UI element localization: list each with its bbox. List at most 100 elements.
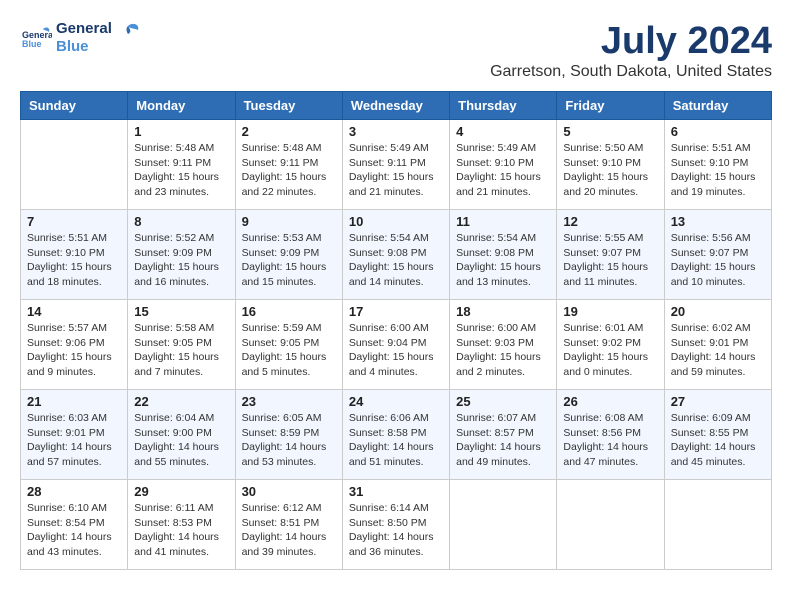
day-cell: 13 Sunrise: 5:56 AM Sunset: 9:07 PM Dayli… [664, 210, 771, 300]
day-info: Sunrise: 5:59 AM Sunset: 9:05 PM Dayligh… [242, 321, 336, 380]
day-info: Sunrise: 5:50 AM Sunset: 9:10 PM Dayligh… [563, 141, 657, 200]
day-cell: 29 Sunrise: 6:11 AM Sunset: 8:53 PM Dayli… [128, 480, 235, 570]
day-cell: 14 Sunrise: 5:57 AM Sunset: 9:06 PM Dayli… [21, 300, 128, 390]
page-header: General Blue General Blue July 2024 Garr… [20, 20, 772, 81]
day-info: Sunrise: 5:54 AM Sunset: 9:08 PM Dayligh… [349, 231, 443, 290]
day-info: Sunrise: 5:58 AM Sunset: 9:05 PM Dayligh… [134, 321, 228, 380]
week-row-3: 14 Sunrise: 5:57 AM Sunset: 9:06 PM Dayli… [21, 300, 772, 390]
day-header-wednesday: Wednesday [342, 92, 449, 120]
day-cell: 8Sunrise: 5:52 AM Sunset: 9:09 PM Daylig… [128, 210, 235, 300]
day-info: Sunrise: 6:14 AM Sunset: 8:50 PM Dayligh… [349, 501, 443, 560]
day-info: Sunrise: 6:08 AM Sunset: 8:56 PM Dayligh… [563, 411, 657, 470]
day-cell: 22Sunrise: 6:04 AM Sunset: 9:00 PM Dayli… [128, 390, 235, 480]
day-number: 14 [27, 304, 121, 319]
calendar-body: 1 Sunrise: 5:48 AM Sunset: 9:11 PM Daylig… [21, 120, 772, 570]
day-info: Sunrise: 6:06 AM Sunset: 8:58 PM Dayligh… [349, 411, 443, 470]
day-cell [664, 480, 771, 570]
week-row-5: 28 Sunrise: 6:10 AM Sunset: 8:54 PM Dayli… [21, 480, 772, 570]
day-header-friday: Friday [557, 92, 664, 120]
day-cell: 17Sunrise: 6:00 AM Sunset: 9:04 PM Dayli… [342, 300, 449, 390]
week-row-2: 7 Sunrise: 5:51 AM Sunset: 9:10 PM Daylig… [21, 210, 772, 300]
day-info: Sunrise: 6:05 AM Sunset: 8:59 PM Dayligh… [242, 411, 336, 470]
day-cell: 16 Sunrise: 5:59 AM Sunset: 9:05 PM Dayli… [235, 300, 342, 390]
day-number: 11 [456, 214, 550, 229]
day-header-thursday: Thursday [450, 92, 557, 120]
day-number: 30 [242, 484, 336, 499]
week-row-4: 21 Sunrise: 6:03 AM Sunset: 9:01 PM Dayli… [21, 390, 772, 480]
day-number: 5 [563, 124, 657, 139]
day-info: Sunrise: 6:09 AM Sunset: 8:55 PM Dayligh… [671, 411, 765, 470]
day-number: 15 [134, 304, 228, 319]
day-number: 12 [563, 214, 657, 229]
day-info: Sunrise: 6:11 AM Sunset: 8:53 PM Dayligh… [134, 501, 228, 560]
day-info: Sunrise: 6:10 AM Sunset: 8:54 PM Dayligh… [27, 501, 121, 560]
day-number: 4 [456, 124, 550, 139]
day-number: 6 [671, 124, 765, 139]
day-cell: 12Sunrise: 5:55 AM Sunset: 9:07 PM Dayli… [557, 210, 664, 300]
day-header-saturday: Saturday [664, 92, 771, 120]
day-info: Sunrise: 5:57 AM Sunset: 9:06 PM Dayligh… [27, 321, 121, 380]
day-number: 3 [349, 124, 443, 139]
day-info: Sunrise: 5:53 AM Sunset: 9:09 PM Dayligh… [242, 231, 336, 290]
day-header-monday: Monday [128, 92, 235, 120]
day-cell: 21 Sunrise: 6:03 AM Sunset: 9:01 PM Dayli… [21, 390, 128, 480]
day-info: Sunrise: 6:02 AM Sunset: 9:01 PM Dayligh… [671, 321, 765, 380]
logo: General Blue General Blue [20, 20, 142, 56]
day-cell: 11 Sunrise: 5:54 AM Sunset: 9:08 PM Dayli… [450, 210, 557, 300]
day-info: Sunrise: 5:49 AM Sunset: 9:11 PM Dayligh… [349, 141, 443, 200]
day-number: 9 [242, 214, 336, 229]
day-number: 27 [671, 394, 765, 409]
day-info: Sunrise: 5:48 AM Sunset: 9:11 PM Dayligh… [242, 141, 336, 200]
day-number: 19 [563, 304, 657, 319]
day-cell: 30 Sunrise: 6:12 AM Sunset: 8:51 PM Dayli… [235, 480, 342, 570]
day-number: 31 [349, 484, 443, 499]
day-info: Sunrise: 5:56 AM Sunset: 9:07 PM Dayligh… [671, 231, 765, 290]
day-number: 7 [27, 214, 121, 229]
day-number: 13 [671, 214, 765, 229]
subtitle: Garretson, South Dakota, United States [490, 63, 772, 81]
day-cell: 20Sunrise: 6:02 AM Sunset: 9:01 PM Dayli… [664, 300, 771, 390]
day-info: Sunrise: 6:00 AM Sunset: 9:03 PM Dayligh… [456, 321, 550, 380]
week-row-1: 1 Sunrise: 5:48 AM Sunset: 9:11 PM Daylig… [21, 120, 772, 210]
day-cell: 3 Sunrise: 5:49 AM Sunset: 9:11 PM Daylig… [342, 120, 449, 210]
day-number: 23 [242, 394, 336, 409]
day-number: 26 [563, 394, 657, 409]
day-header-sunday: Sunday [21, 92, 128, 120]
day-number: 10 [349, 214, 443, 229]
day-cell: 1 Sunrise: 5:48 AM Sunset: 9:11 PM Daylig… [128, 120, 235, 210]
day-number: 25 [456, 394, 550, 409]
logo-text-blue: Blue [56, 38, 112, 56]
day-number: 24 [349, 394, 443, 409]
logo-icon: General Blue [22, 23, 52, 53]
day-info: Sunrise: 5:51 AM Sunset: 9:10 PM Dayligh… [27, 231, 121, 290]
day-cell: 10 Sunrise: 5:54 AM Sunset: 9:08 PM Dayli… [342, 210, 449, 300]
logo-text-general: General [56, 20, 112, 38]
day-number: 18 [456, 304, 550, 319]
day-cell: 27 Sunrise: 6:09 AM Sunset: 8:55 PM Dayli… [664, 390, 771, 480]
day-number: 16 [242, 304, 336, 319]
day-cell: 24 Sunrise: 6:06 AM Sunset: 8:58 PM Dayli… [342, 390, 449, 480]
day-number: 1 [134, 124, 228, 139]
day-number: 2 [242, 124, 336, 139]
day-info: Sunrise: 6:07 AM Sunset: 8:57 PM Dayligh… [456, 411, 550, 470]
day-info: Sunrise: 6:03 AM Sunset: 9:01 PM Dayligh… [27, 411, 121, 470]
day-cell [450, 480, 557, 570]
day-cell [557, 480, 664, 570]
day-number: 22 [134, 394, 228, 409]
day-cell [21, 120, 128, 210]
day-cell: 4 Sunrise: 5:49 AM Sunset: 9:10 PM Daylig… [450, 120, 557, 210]
day-number: 29 [134, 484, 228, 499]
calendar-table: SundayMondayTuesdayWednesdayThursdayFrid… [20, 91, 772, 570]
day-number: 28 [27, 484, 121, 499]
day-info: Sunrise: 6:12 AM Sunset: 8:51 PM Dayligh… [242, 501, 336, 560]
bird-icon [114, 20, 142, 48]
day-cell: 25 Sunrise: 6:07 AM Sunset: 8:57 PM Dayli… [450, 390, 557, 480]
day-info: Sunrise: 5:51 AM Sunset: 9:10 PM Dayligh… [671, 141, 765, 200]
day-cell: 7 Sunrise: 5:51 AM Sunset: 9:10 PM Daylig… [21, 210, 128, 300]
header-row: SundayMondayTuesdayWednesdayThursdayFrid… [21, 92, 772, 120]
main-title: July 2024 [490, 20, 772, 63]
day-number: 21 [27, 394, 121, 409]
day-info: Sunrise: 5:49 AM Sunset: 9:10 PM Dayligh… [456, 141, 550, 200]
day-info: Sunrise: 5:54 AM Sunset: 9:08 PM Dayligh… [456, 231, 550, 290]
day-info: Sunrise: 5:48 AM Sunset: 9:11 PM Dayligh… [134, 141, 228, 200]
